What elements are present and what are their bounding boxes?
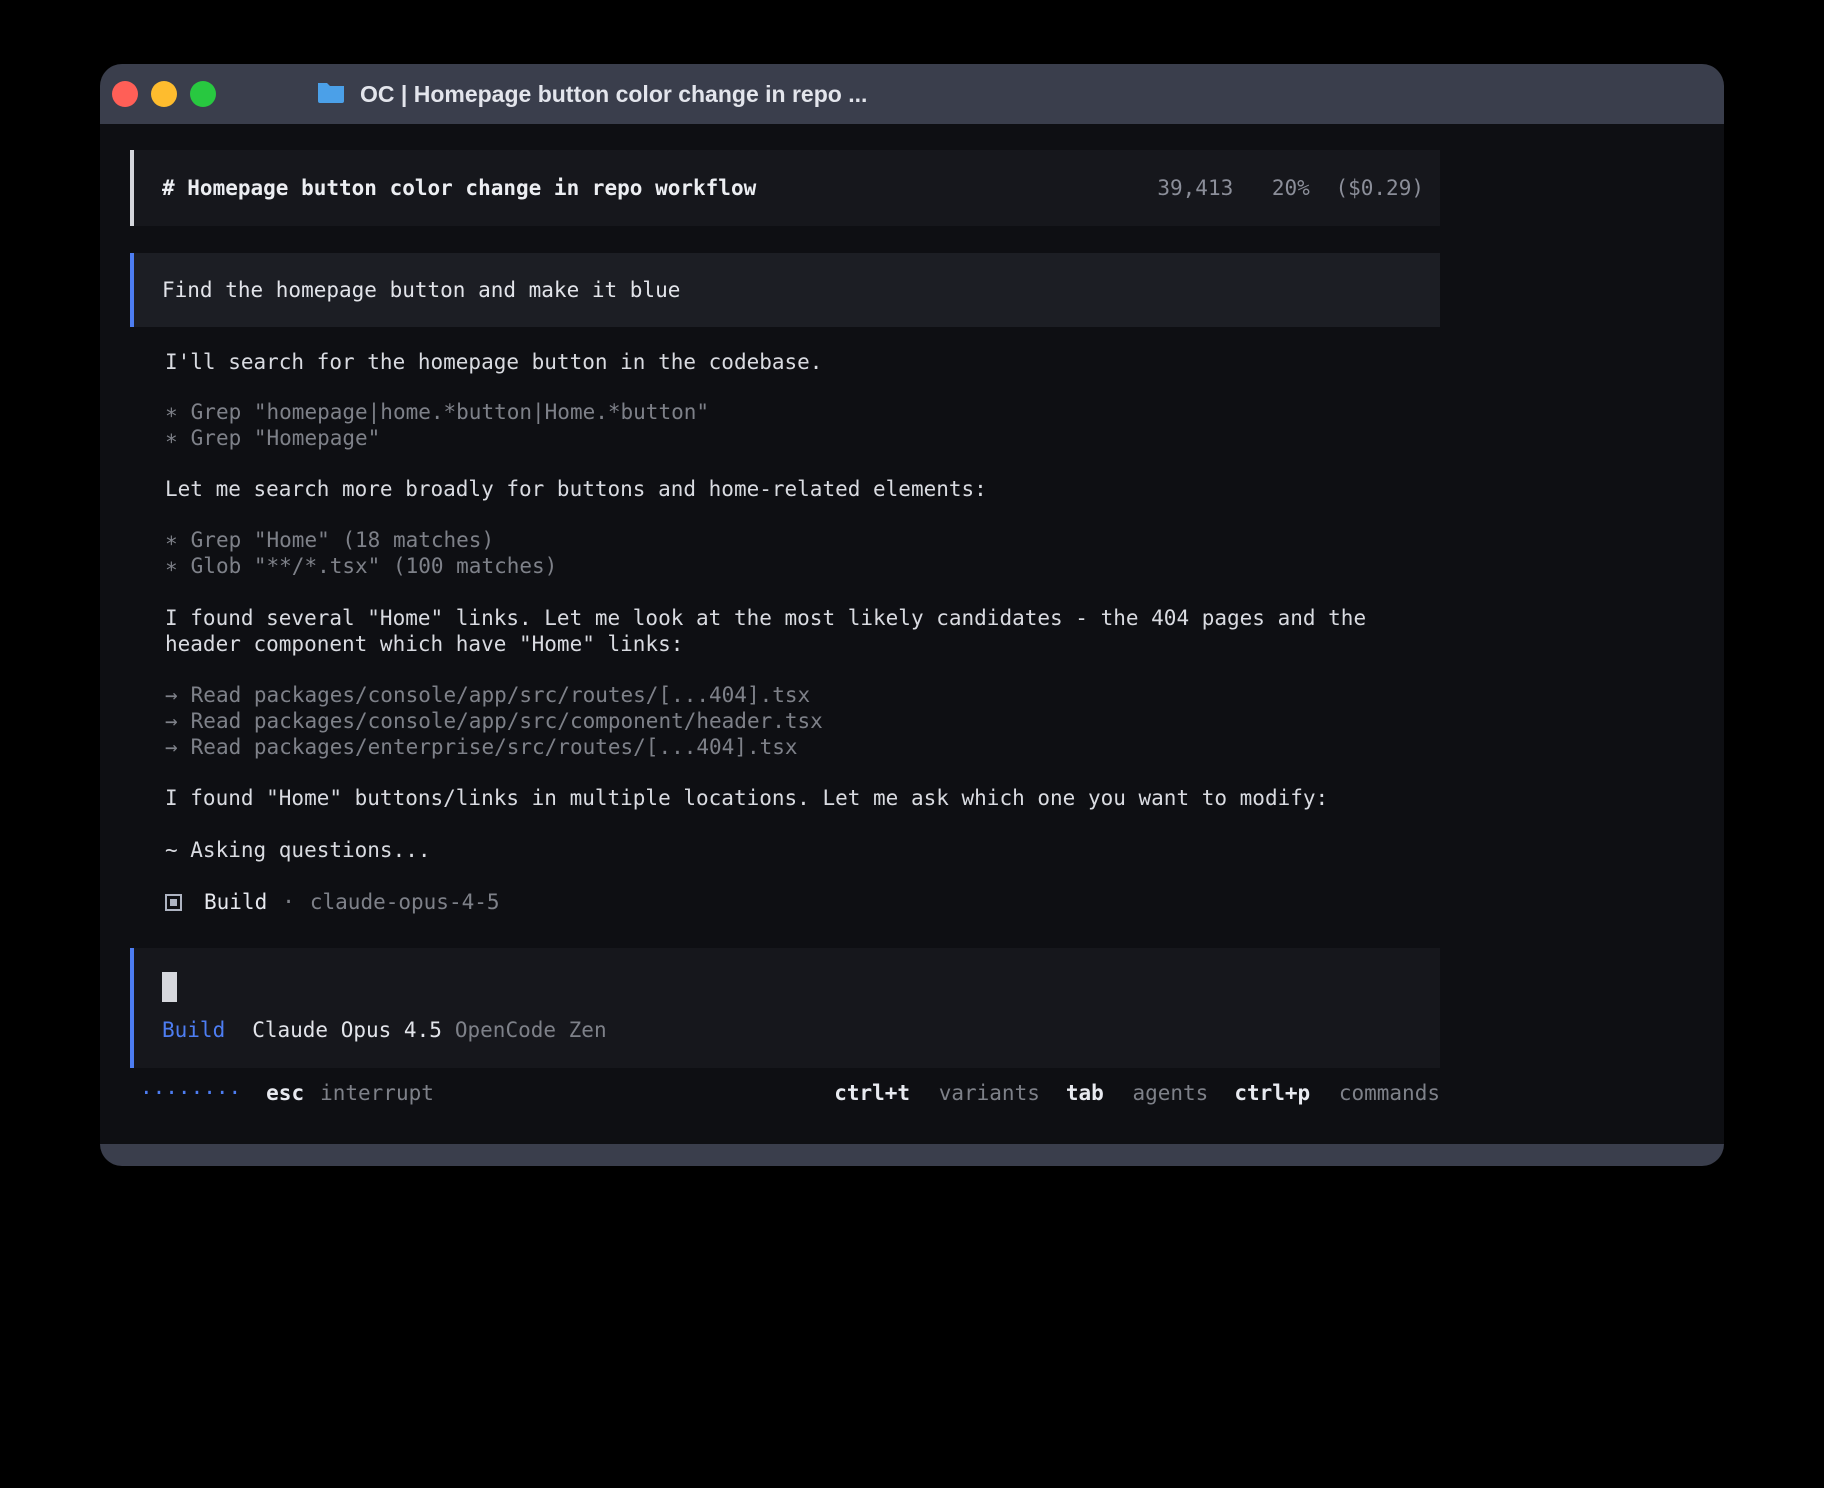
assistant-text-line: header component which have "Home" links… (165, 631, 1440, 657)
shortcut-variants: ctrl+t variants (834, 1080, 1040, 1106)
zoom-window-button[interactable] (190, 81, 216, 107)
tool-call-read: → Read packages/console/app/src/routes/[.… (165, 682, 1440, 708)
user-message-text: Find the homepage button and make it blu… (162, 278, 680, 302)
tool-call-text: Glob "**/*.tsx" (100 matches) (191, 554, 558, 578)
terminal-window: OC | Homepage button color change in rep… (100, 64, 1724, 1166)
session-header: # Homepage button color change in repo w… (130, 150, 1440, 226)
text-cursor (162, 972, 177, 1002)
tool-call-read: → Read packages/console/app/src/component… (165, 708, 1440, 734)
arrow-icon: → (165, 709, 178, 733)
shortcut-agents: tab agents (1066, 1080, 1208, 1106)
tool-call-grep: ∗ Grep "Home" (18 matches) (165, 527, 1440, 553)
read-call-group: → Read packages/console/app/src/routes/[.… (165, 682, 1440, 760)
assistant-text-line: I found several "Home" links. Let me loo… (165, 605, 1440, 631)
commands-action-label: commands (1339, 1081, 1440, 1105)
agent-status: Build · claude-opus-4-5 (165, 889, 1440, 915)
traffic-lights (112, 81, 216, 107)
assistant-paragraph: I'll search for the homepage button in t… (165, 349, 1440, 375)
folder-icon (316, 80, 346, 108)
arrow-icon: → (165, 735, 178, 759)
arrow-icon: → (165, 683, 178, 707)
tool-bullet-icon: ∗ (165, 554, 178, 578)
input-meta: Build Claude Opus 4.5 OpenCode Zen (162, 1017, 1412, 1043)
tool-call-group: ∗ Grep "homepage|home.*button|Home.*butto… (165, 399, 1440, 451)
window-title: OC | Homepage button color change in rep… (360, 81, 867, 108)
agent-model: claude-opus-4-5 (310, 889, 500, 915)
tool-call-glob: ∗ Glob "**/*.tsx" (100 matches) (165, 553, 1440, 579)
agent-name: Build (204, 889, 267, 915)
tool-call-group: ∗ Grep "Home" (18 matches) ∗ Glob "**/*.ts… (165, 527, 1440, 579)
tool-call-text: Grep "homepage|home.*button|Home.*button… (191, 400, 709, 424)
tool-call-grep: ∗ Grep "Homepage" (165, 425, 1440, 451)
prompt-input[interactable]: Build Claude Opus 4.5 OpenCode Zen (130, 948, 1440, 1068)
ctrl-p-key-hint: ctrl+p (1234, 1081, 1310, 1105)
variants-action-label: variants (939, 1081, 1040, 1105)
assistant-paragraph: I found "Home" buttons/links in multiple… (165, 785, 1440, 811)
tool-call-text: Read packages/enterprise/src/routes/[...… (191, 735, 798, 759)
tab-key-hint: tab (1066, 1081, 1104, 1105)
session-cost: ($0.29) (1335, 176, 1424, 200)
session-content: # Homepage button color change in repo w… (130, 150, 1440, 1106)
status-bar: ········ esc interrupt ctrl+t variants t… (130, 1080, 1440, 1106)
ctrl-t-key-hint: ctrl+t (834, 1081, 910, 1105)
tool-call-read: → Read packages/enterprise/src/routes/[..… (165, 734, 1440, 760)
provider-label: OpenCode Zen (455, 1017, 607, 1043)
minimize-window-button[interactable] (151, 81, 177, 107)
separator-dot: · (282, 889, 295, 915)
tool-call-text: Grep "Home" (18 matches) (191, 528, 494, 552)
working-indicator-dots: ········ (140, 1080, 241, 1106)
title-group: OC | Homepage button color change in rep… (316, 80, 867, 108)
token-count: 39,413 (1157, 176, 1233, 200)
agents-action-label: agents (1132, 1081, 1208, 1105)
tool-call-text: Read packages/console/app/src/component/… (191, 709, 823, 733)
tool-call-text: Read packages/console/app/src/routes/[..… (191, 683, 811, 707)
status-bar-left: ········ esc interrupt (140, 1080, 434, 1106)
model-label[interactable]: Claude Opus 4.5 (252, 1017, 442, 1043)
working-status-text: ~ Asking questions... (165, 837, 1440, 863)
tool-call-grep: ∗ Grep "homepage|home.*button|Home.*butto… (165, 399, 1440, 425)
assistant-paragraph: I found several "Home" links. Let me loo… (165, 605, 1440, 657)
agent-icon (165, 894, 182, 911)
esc-key-hint: esc (266, 1080, 304, 1106)
assistant-paragraph: Let me search more broadly for buttons a… (165, 476, 1440, 502)
status-bar-right: ctrl+t variants tab agents ctrl+p comman… (834, 1080, 1440, 1106)
shortcut-commands: ctrl+p commands (1234, 1080, 1440, 1106)
agent-mode-label[interactable]: Build (162, 1017, 225, 1043)
desktop: { "window": { "title": "OC | Homepage bu… (0, 0, 1824, 1488)
context-percent: 20% (1272, 176, 1310, 200)
interrupt-action-label: interrupt (320, 1080, 434, 1106)
session-stats: 39,413 20% ($0.29) (1157, 175, 1424, 201)
user-message: Find the homepage button and make it blu… (130, 253, 1440, 327)
terminal-content: # Homepage button color change in repo w… (100, 124, 1724, 1144)
tool-bullet-icon: ∗ (165, 400, 178, 424)
tool-bullet-icon: ∗ (165, 426, 178, 450)
tool-bullet-icon: ∗ (165, 528, 178, 552)
close-window-button[interactable] (112, 81, 138, 107)
window-titlebar: OC | Homepage button color change in rep… (100, 64, 1724, 124)
session-title: # Homepage button color change in repo w… (162, 175, 756, 201)
tool-call-text: Grep "Homepage" (191, 426, 381, 450)
